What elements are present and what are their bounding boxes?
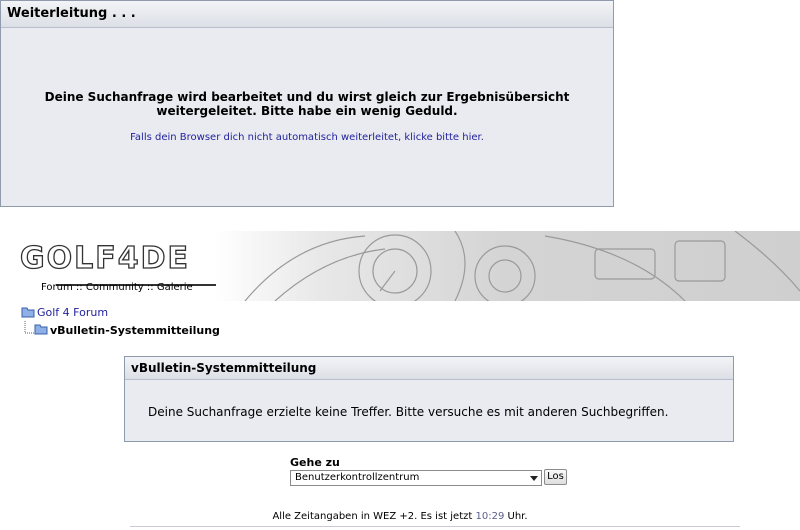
redirect-panel: Weiterleitung . . . Deine Suchanfrage wi… <box>0 0 614 207</box>
goto-select[interactable]: Benutzerkontrollzentrum <box>290 470 542 486</box>
system-message-title: vBulletin-Systemmitteilung <box>125 357 733 380</box>
forum-folder-icon <box>34 324 48 335</box>
goto-label: Gehe zu <box>290 456 340 469</box>
goto-button[interactable]: Los <box>544 469 567 485</box>
nav-separator: :: <box>75 282 83 293</box>
redirect-message-line1: Deine Suchanfrage wird bearbeitet und du… <box>44 90 570 104</box>
forum-home-icon <box>21 307 35 318</box>
breadcrumb-home-label[interactable]: Golf 4 Forum <box>37 306 108 319</box>
dropdown-arrow-icon <box>530 476 538 481</box>
nav-forum-link[interactable]: Forum <box>41 282 73 293</box>
breadcrumb-current-label: vBulletin-Systemmitteilung <box>50 324 220 337</box>
footer-prefix: Alle Zeitangaben in WEZ +2. Es ist jetzt <box>272 511 473 522</box>
footer-time: 10:29 <box>475 511 505 522</box>
site-logo[interactable]: GOLF4DE <box>19 240 216 286</box>
system-message-panel: vBulletin-Systemmitteilung Deine Suchanf… <box>124 356 734 442</box>
top-navigation: Forum :: Community :: Galerie <box>41 282 193 293</box>
dashboard-sketch-image <box>244 231 800 301</box>
nav-separator: :: <box>146 282 154 293</box>
footer-timezone: Alle Zeitangaben in WEZ +2. Es ist jetzt… <box>0 511 800 522</box>
logo-text: GOLF4DE <box>19 240 191 276</box>
redirect-title: Weiterleitung . . . <box>1 1 613 28</box>
system-message-body: Deine Suchanfrage erzielte keine Treffer… <box>148 405 669 419</box>
nav-galerie-link[interactable]: Galerie <box>157 282 193 293</box>
footer-divider <box>130 526 740 527</box>
footer-suffix: Uhr. <box>507 511 528 522</box>
goto-selected-value: Benutzerkontrollzentrum <box>295 472 420 483</box>
nav-community-link[interactable]: Community <box>86 282 144 293</box>
redirect-fallback-link[interactable]: Falls dein Browser dich nicht automatisc… <box>1 132 613 143</box>
redirect-message: Deine Suchanfrage wird bearbeitet und du… <box>1 90 613 118</box>
redirect-message-line2: weitergeleitet. Bitte habe ein wenig Ged… <box>156 104 458 118</box>
